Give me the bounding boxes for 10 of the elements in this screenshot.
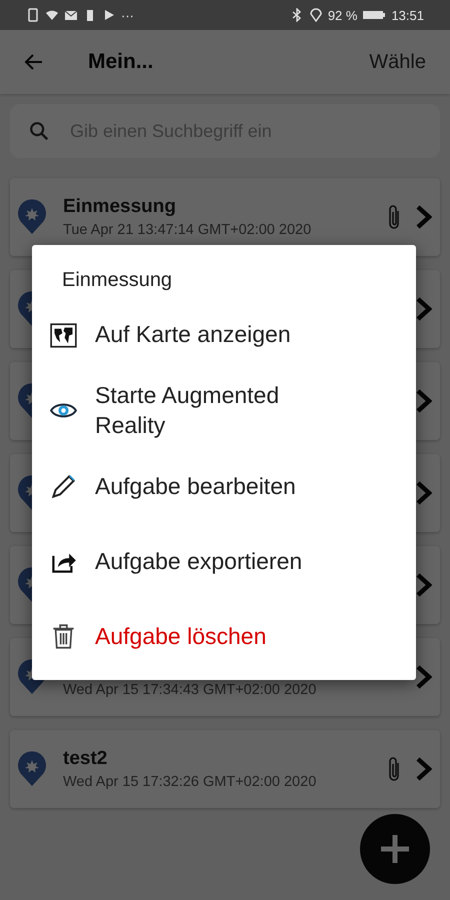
task-date: Wed Apr 15 17:34:43 GMT+02:00 2020: [63, 682, 318, 698]
task-title: Einmessung: [63, 196, 177, 218]
app-bar-title: Mein...: [88, 50, 154, 74]
task-date: Wed Apr 15 17:32:26 GMT+02:00 2020: [63, 774, 318, 790]
task-date: Tue Apr 21 13:47:14 GMT+02:00 2020: [63, 222, 312, 238]
task-title: test2: [63, 748, 108, 770]
menu-title: Einmessung: [62, 269, 174, 292]
more-notifications: ···: [121, 8, 134, 22]
clock: 13:51: [391, 8, 424, 22]
battery-percent: 92 %: [328, 8, 358, 22]
